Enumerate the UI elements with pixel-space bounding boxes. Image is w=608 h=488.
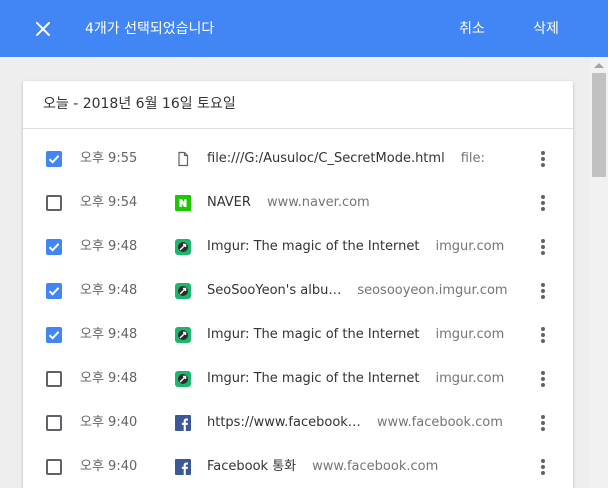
page-domain: file: xyxy=(460,151,485,166)
row-checkbox[interactable] xyxy=(46,195,62,211)
page-title-link[interactable]: file:///G:/Ausuloc/C_SecretMode.html xyxy=(207,151,445,166)
selected-count-text: 4개가 선택되었습니다 xyxy=(85,21,215,37)
history-row[interactable]: 오후 9:40 https://www.facebook… www.facebook… xyxy=(23,401,573,445)
page-domain: www.naver.com xyxy=(266,195,370,210)
visit-time: 오후 9:40 xyxy=(80,459,138,474)
page-title-link[interactable]: Facebook 통화 xyxy=(207,459,296,474)
history-row[interactable]: 오후 9:55 file:///G:/Ausuloc/C_SecretMode.h… xyxy=(23,137,573,181)
page-title-link[interactable]: Imgur: The magic of the Internet xyxy=(207,371,419,386)
page-domain: imgur.com xyxy=(435,239,505,254)
more-actions-icon[interactable] xyxy=(531,323,555,347)
imgur-icon xyxy=(175,283,191,299)
row-text: Imgur: The magic of the Internet imgur.co… xyxy=(207,313,504,357)
row-text: Imgur: The magic of the Internet imgur.co… xyxy=(207,357,504,401)
scrollbar-thumb[interactable] xyxy=(592,73,606,177)
page-scrollbar[interactable] xyxy=(590,57,608,488)
more-actions-icon[interactable] xyxy=(531,147,555,171)
row-checkbox[interactable] xyxy=(46,283,62,299)
page-domain: seosooyeon.imgur.com xyxy=(357,283,508,298)
row-text: Imgur: The magic of the Internet imgur.co… xyxy=(207,225,504,269)
facebook-icon xyxy=(175,459,191,475)
cancel-button[interactable]: 취소 xyxy=(444,14,500,44)
close-selection-button[interactable] xyxy=(29,15,57,43)
visit-time: 오후 9:48 xyxy=(80,283,138,298)
page-title-link[interactable]: https://www.facebook… xyxy=(207,415,361,430)
page-domain: www.facebook.com xyxy=(376,415,503,430)
page-title-link[interactable]: SeoSooYeon's albu… xyxy=(207,283,341,298)
row-checkbox[interactable] xyxy=(46,415,62,431)
row-text: Facebook 통화 www.facebook.com xyxy=(207,445,438,488)
visit-time: 오후 9:48 xyxy=(80,239,138,254)
row-text: file:///G:/Ausuloc/C_SecretMode.html file… xyxy=(207,137,485,181)
page-domain: www.facebook.com xyxy=(312,459,439,474)
file-icon xyxy=(175,151,191,167)
naver-icon xyxy=(175,195,191,211)
page-title-link[interactable]: Imgur: The magic of the Internet xyxy=(207,239,419,254)
imgur-icon xyxy=(175,239,191,255)
history-row[interactable]: 오후 9:48 Imgur: The magic of the Internet i… xyxy=(23,313,573,357)
page-title-link[interactable]: NAVER xyxy=(207,195,251,210)
checkmark-icon xyxy=(48,287,60,296)
delete-button[interactable]: 삭제 xyxy=(518,14,574,44)
row-text: SeoSooYeon's albu… seosooyeon.imgur.com xyxy=(207,269,508,313)
row-checkbox[interactable] xyxy=(46,327,62,343)
close-icon xyxy=(36,22,50,36)
visit-time: 오후 9:54 xyxy=(80,195,138,210)
page-domain: imgur.com xyxy=(435,371,505,386)
more-actions-icon[interactable] xyxy=(531,455,555,479)
row-text: NAVER www.naver.com xyxy=(207,181,370,225)
more-actions-icon[interactable] xyxy=(531,279,555,303)
more-actions-icon[interactable] xyxy=(531,191,555,215)
facebook-icon xyxy=(175,415,191,431)
visit-time: 오후 9:40 xyxy=(80,415,138,430)
row-text: https://www.facebook… www.facebook.com xyxy=(207,401,503,445)
visit-time: 오후 9:55 xyxy=(80,151,138,166)
history-row[interactable]: 오후 9:48 Imgur: The magic of the Internet i… xyxy=(23,225,573,269)
row-checkbox[interactable] xyxy=(46,459,62,475)
row-checkbox[interactable] xyxy=(46,371,62,387)
history-row[interactable]: 오후 9:48 Imgur: The magic of the Internet i… xyxy=(23,357,573,401)
history-row[interactable]: 오후 9:40 Facebook 통화 www.facebook.com xyxy=(23,445,573,488)
page-domain: imgur.com xyxy=(435,327,505,342)
imgur-icon xyxy=(175,371,191,387)
imgur-icon xyxy=(175,327,191,343)
selection-toolbar: 4개가 선택되었습니다 취소 삭제 xyxy=(0,0,608,57)
history-row[interactable]: 오후 9:48 SeoSooYeon's albu… seosooyeon.imgu… xyxy=(23,269,573,313)
row-checkbox[interactable] xyxy=(46,239,62,255)
scroll-up-arrow-icon[interactable] xyxy=(594,63,604,68)
more-actions-icon[interactable] xyxy=(531,411,555,435)
more-actions-icon[interactable] xyxy=(531,235,555,259)
history-row[interactable]: 오후 9:54 NAVER www.naver.com xyxy=(23,181,573,225)
date-header: 오늘 - 2018년 6월 16일 토요일 xyxy=(23,81,573,129)
page-title-link[interactable]: Imgur: The magic of the Internet xyxy=(207,327,419,342)
checkmark-icon xyxy=(48,155,60,164)
visit-time: 오후 9:48 xyxy=(80,371,138,386)
history-card: 오늘 - 2018년 6월 16일 토요일 오후 9:55 file:///G:/… xyxy=(23,81,573,488)
row-checkbox[interactable] xyxy=(46,151,62,167)
visit-time: 오후 9:48 xyxy=(80,327,138,342)
checkmark-icon xyxy=(48,331,60,340)
checkmark-icon xyxy=(48,243,60,252)
more-actions-icon[interactable] xyxy=(531,367,555,391)
